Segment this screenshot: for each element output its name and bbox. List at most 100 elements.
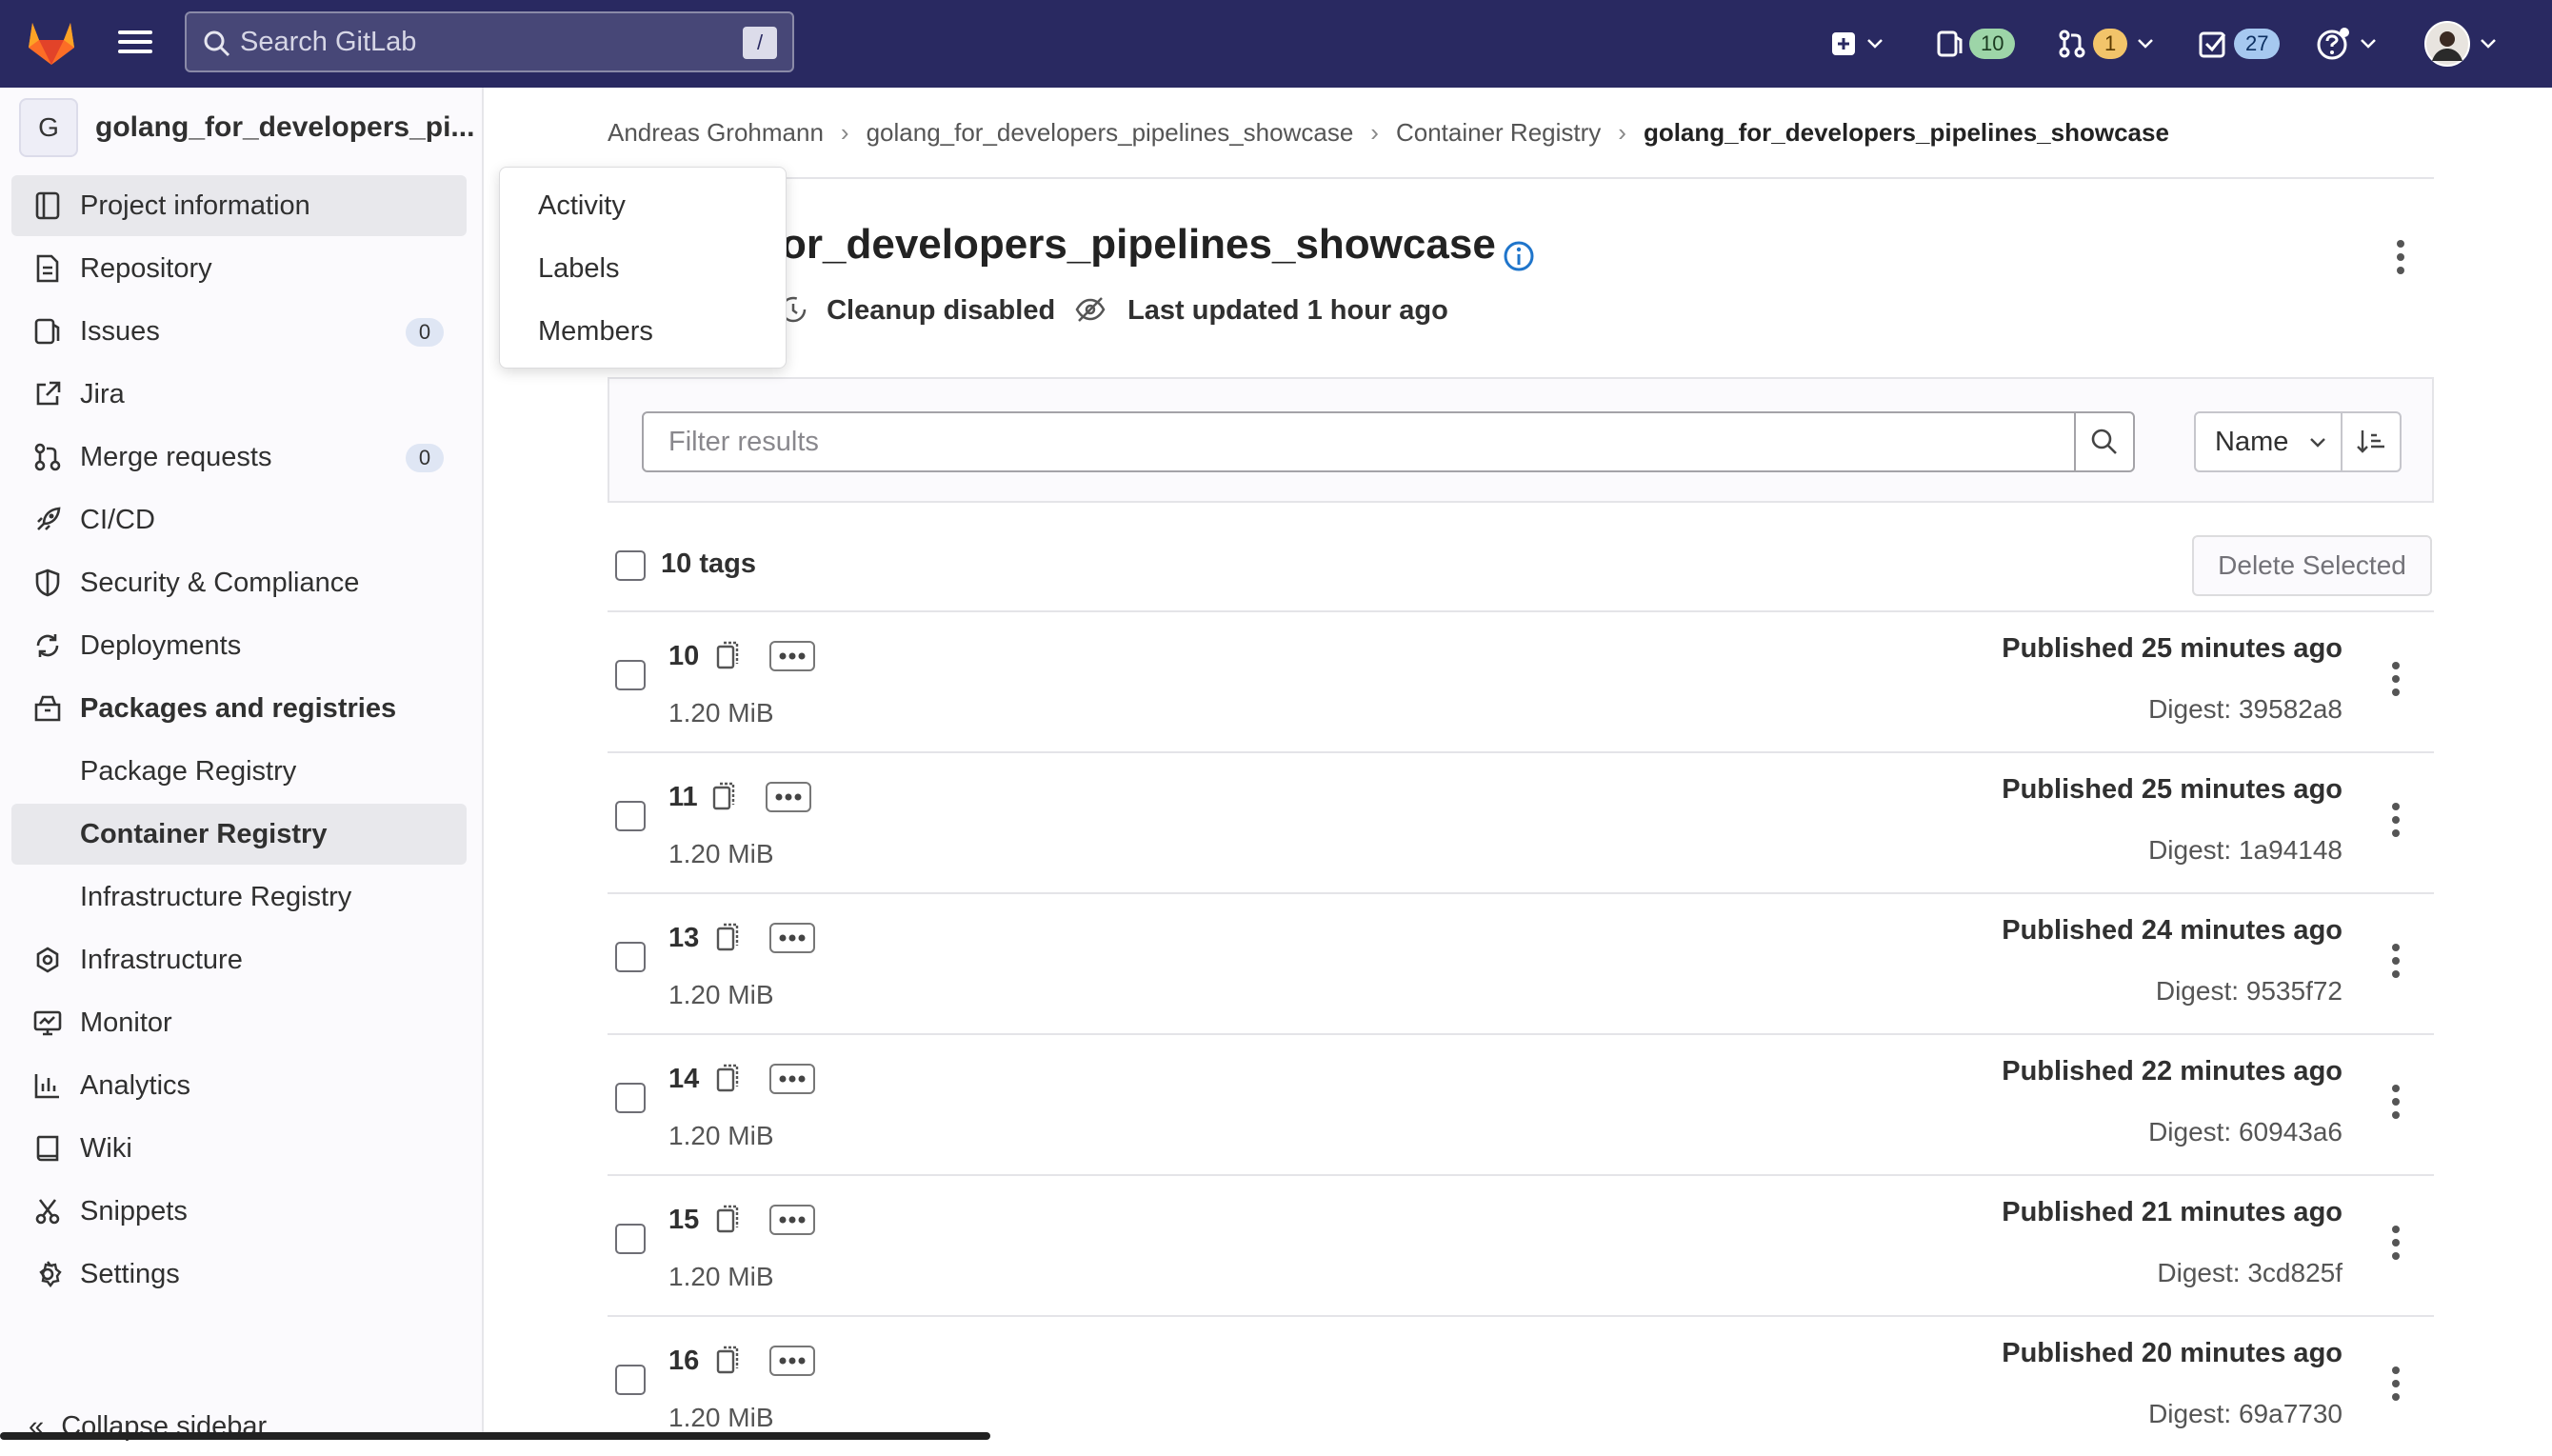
published-time: Published 22 minutes ago (2002, 1056, 2343, 1087)
more-actions-icon[interactable] (2386, 238, 2415, 276)
merge-request-icon (34, 443, 61, 471)
project-header[interactable]: G golang_for_developers_pi... (19, 97, 474, 158)
copy-icon[interactable] (714, 1064, 743, 1094)
sidebar-item-cicd[interactable]: CI/CD (11, 489, 467, 550)
flyout-item-labels[interactable]: Labels (538, 253, 619, 285)
sidebar-item-label: Container Registry (80, 819, 328, 849)
more-actions-icon[interactable] (2384, 1224, 2407, 1262)
sort-direction-button[interactable] (2341, 411, 2402, 472)
more-actions-icon[interactable] (2384, 942, 2407, 980)
row-checkbox[interactable] (615, 801, 646, 831)
issues-nav-button[interactable]: 10 (1935, 21, 2016, 67)
tag-name: 11 (668, 782, 698, 812)
copy-icon[interactable] (714, 923, 743, 953)
expand-details-button[interactable] (769, 1064, 815, 1094)
digest: Digest: 3cd825f (2157, 1258, 2343, 1287)
more-actions-icon[interactable] (2384, 1365, 2407, 1403)
chevron-down-icon (2138, 39, 2154, 49)
help-button[interactable] (2316, 21, 2377, 67)
user-menu-button[interactable] (2424, 21, 2497, 67)
filter-search-button[interactable] (2074, 411, 2135, 472)
more-actions-icon[interactable] (2384, 660, 2407, 698)
flyout-item-activity[interactable]: Activity (538, 190, 626, 222)
chevron-right-icon: › (1618, 118, 1626, 147)
row-checkbox[interactable] (615, 1365, 646, 1395)
last-updated-status: Last updated 1 hour ago (1074, 295, 1448, 327)
gitlab-logo-icon[interactable] (23, 13, 80, 70)
merge-requests-nav-button[interactable]: 1 (2057, 21, 2154, 67)
tag-name: 10 (668, 641, 700, 671)
copy-icon[interactable] (714, 641, 743, 671)
sort-dropdown[interactable]: Name (2194, 411, 2343, 472)
copy-icon[interactable] (710, 782, 739, 812)
sidebar-item-security-compliance[interactable]: Security & Compliance (11, 552, 467, 613)
chevron-down-icon (2481, 39, 2496, 49)
sidebar-item-monitor[interactable]: Monitor (11, 992, 467, 1053)
sidebar-item-label: Monitor (80, 1007, 172, 1038)
copy-icon[interactable] (714, 1346, 743, 1376)
more-actions-icon[interactable] (2384, 1083, 2407, 1121)
sidebar-item-label: Packages and registries (80, 693, 397, 724)
sidebar-item-merge-requests[interactable]: Merge requests 0 (11, 427, 467, 488)
delete-selected-button[interactable]: Delete Selected (2192, 535, 2432, 596)
flyout-item-members[interactable]: Members (538, 316, 653, 348)
breadcrumb-item[interactable]: golang_for_developers_pipelines_showcase (867, 118, 1354, 148)
sidebar-item-snippets[interactable]: Snippets (11, 1181, 467, 1242)
document-icon (36, 254, 59, 283)
expand-details-button[interactable] (769, 923, 815, 953)
sidebar-item-jira[interactable]: Jira (11, 364, 467, 425)
project-information-flyout: Activity Labels Members (499, 167, 787, 369)
sidebar-item-label: CI/CD (80, 505, 155, 535)
chevron-right-icon: › (1370, 118, 1379, 147)
sidebar-item-label: Package Registry (80, 756, 297, 787)
sidebar-item-container-registry[interactable]: Container Registry (11, 804, 467, 865)
expand-details-button[interactable] (769, 1346, 815, 1376)
sidebar-item-project-information[interactable]: Project information (11, 175, 467, 236)
info-icon[interactable] (1503, 240, 1535, 272)
search-input[interactable]: Search GitLab / (185, 11, 794, 72)
expand-details-button[interactable] (769, 641, 815, 671)
todo-check-icon (2199, 31, 2226, 58)
row-checkbox[interactable] (615, 942, 646, 972)
breadcrumb-current[interactable]: golang_for_developers_pipelines_showcase (1644, 118, 2169, 148)
published-time: Published 20 minutes ago (2002, 1338, 2343, 1368)
top-navbar: Search GitLab / 10 1 27 (0, 0, 2552, 88)
todos-nav-button[interactable]: 27 (2198, 21, 2281, 67)
last-updated-label: Last updated 1 hour ago (1127, 295, 1448, 326)
sidebar-item-infrastructure[interactable]: Infrastructure (11, 929, 467, 990)
sidebar-item-deployments[interactable]: Deployments (11, 615, 467, 676)
package-icon (34, 695, 61, 722)
breadcrumb-item[interactable]: Container Registry (1396, 118, 1601, 148)
sidebar-item-infrastructure-registry[interactable]: Infrastructure Registry (11, 867, 467, 927)
more-actions-icon[interactable] (2384, 801, 2407, 839)
cleanup-label: Cleanup disabled (827, 295, 1056, 326)
table-row: 13 1.20 MiB Published 24 minutes ago Dig… (608, 892, 2434, 1033)
select-all-checkbox[interactable] (615, 550, 646, 581)
sort-ascending-icon (2357, 430, 2384, 453)
row-checkbox[interactable] (615, 660, 646, 690)
issues-count-badge: 0 (406, 318, 444, 347)
expand-details-button[interactable] (769, 1205, 815, 1235)
sidebar-item-package-registry[interactable]: Package Registry (11, 741, 467, 802)
sidebar-item-settings[interactable]: Settings (11, 1244, 467, 1305)
create-new-button[interactable] (1830, 21, 1884, 67)
sidebar-item-analytics[interactable]: Analytics (11, 1055, 467, 1116)
filter-input[interactable]: Filter results (642, 411, 2076, 472)
published-time: Published 24 minutes ago (2002, 915, 2343, 946)
help-icon (2317, 28, 2349, 60)
row-checkbox[interactable] (615, 1083, 646, 1113)
chevron-right-icon: › (840, 118, 849, 147)
breadcrumb-item[interactable]: Andreas Grohmann (608, 118, 824, 148)
sidebar-item-label: Repository (80, 253, 212, 284)
expand-details-button[interactable] (766, 782, 811, 812)
menu-icon[interactable] (114, 25, 156, 63)
published-time: Published 25 minutes ago (2002, 774, 2343, 805)
sort-label: Name (2215, 427, 2289, 457)
copy-icon[interactable] (714, 1205, 743, 1235)
row-checkbox[interactable] (615, 1224, 646, 1254)
sidebar-item-packages-registries[interactable]: Packages and registries (11, 678, 467, 739)
sidebar-item-repository[interactable]: Repository (11, 238, 467, 299)
sidebar-item-wiki[interactable]: Wiki (11, 1118, 467, 1179)
sidebar-item-issues[interactable]: Issues 0 (11, 301, 467, 362)
table-row: 11 1.20 MiB Published 25 minutes ago Dig… (608, 751, 2434, 892)
